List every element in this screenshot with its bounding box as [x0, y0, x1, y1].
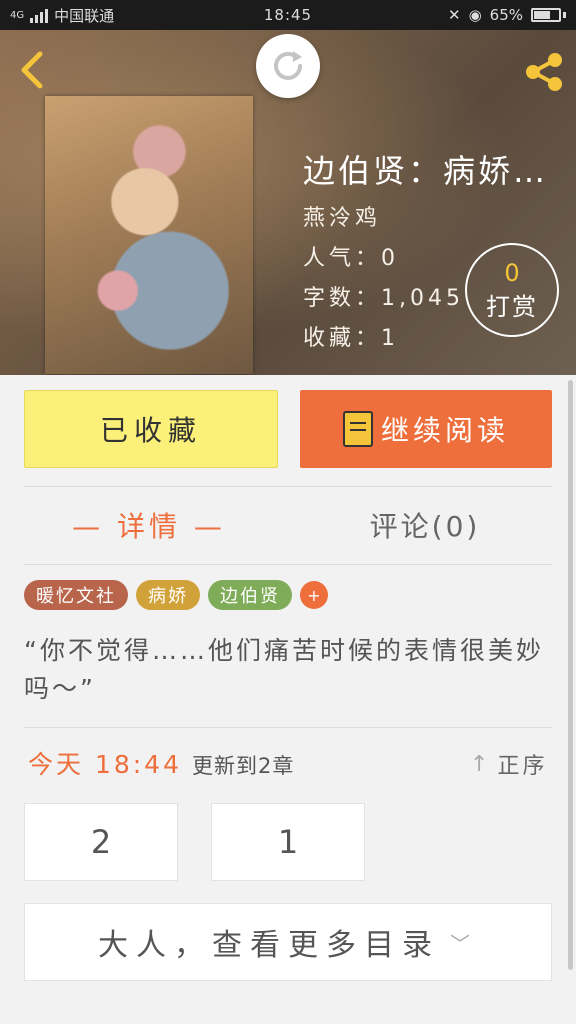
book-header: 边伯贤：病娇… 燕泠鸡 人气：0 字数：1,045 收藏：1 0 打赏 [0, 30, 576, 375]
battery-percent: 65% [489, 6, 523, 24]
chevron-down-icon: ﹀ [450, 931, 478, 956]
book-word-count: 字数：1,045 [303, 286, 464, 311]
back-button[interactable] [14, 50, 50, 90]
refresh-icon [274, 51, 302, 80]
tag-item[interactable]: 病娇 [136, 580, 200, 610]
signal-icon [30, 7, 49, 23]
lock-rotation-icon: ◉ [468, 6, 482, 24]
sort-button[interactable]: ↑ 正序 [470, 748, 547, 780]
continue-reading-label: 继续阅读 [380, 414, 509, 447]
add-tag-button[interactable]: + [300, 581, 328, 609]
arrow-up-icon: ↑ [470, 751, 492, 777]
update-text: 更新到2章 [192, 754, 295, 778]
book-blurb: “你不觉得……他们痛苦时候的表情很美妙吗～” [24, 636, 544, 703]
tag-list: 暖忆文社 病娇 边伯贤 + [24, 580, 328, 610]
divider [24, 486, 552, 487]
continue-reading-button[interactable]: 继续阅读 [300, 390, 552, 468]
network-type: 4G [10, 9, 25, 21]
book-title: 边伯贤：病娇… [303, 152, 549, 190]
collected-label: 已收藏 [99, 414, 202, 447]
more-toc-label: 大人，查看更多目录 [98, 928, 440, 963]
tab-comments-label: 评论(0) [369, 510, 481, 543]
chapter-item[interactable]: 2 [24, 803, 178, 881]
book-collections: 收藏：1 [303, 326, 399, 351]
tab-detail[interactable]: — 详情 — [24, 500, 274, 550]
tip-count: 0 [504, 258, 520, 287]
refresh-button[interactable] [256, 34, 320, 98]
tip-label: 打赏 [486, 292, 538, 321]
divider [24, 727, 552, 728]
tab-detail-label: — 详情 — [72, 510, 226, 543]
sort-label: 正序 [497, 754, 548, 779]
status-bar: 4G 中国联通 18:45 ✕ ◉ 65% [0, 0, 576, 30]
chevron-left-icon [21, 51, 43, 89]
book-cover[interactable] [45, 96, 253, 374]
book-popularity: 人气：0 [303, 246, 399, 271]
carrier-name: 中国联通 [54, 6, 115, 25]
collected-button[interactable]: 已收藏 [24, 390, 278, 468]
mute-icon: ✕ [447, 6, 461, 24]
tag-item[interactable]: 边伯贤 [208, 580, 292, 610]
update-time: 今天 18:44 [28, 750, 182, 779]
share-icon [526, 53, 562, 91]
battery-icon [531, 8, 561, 22]
tip-button[interactable]: 0 打赏 [465, 243, 559, 337]
scrollbar[interactable] [568, 380, 573, 970]
tag-item[interactable]: 暖忆文社 [24, 580, 128, 610]
chapter-item[interactable]: 1 [211, 803, 365, 881]
update-info: 今天 18:44 更新到2章 [28, 745, 294, 781]
more-toc-button[interactable]: 大人，查看更多目录 ﹀ [24, 903, 552, 981]
book-icon [342, 411, 373, 447]
book-author[interactable]: 燕泠鸡 [303, 200, 381, 232]
tab-comments[interactable]: 评论(0) [300, 500, 550, 550]
divider [24, 564, 552, 565]
clock: 18:45 [263, 6, 313, 24]
share-button[interactable] [520, 48, 568, 96]
